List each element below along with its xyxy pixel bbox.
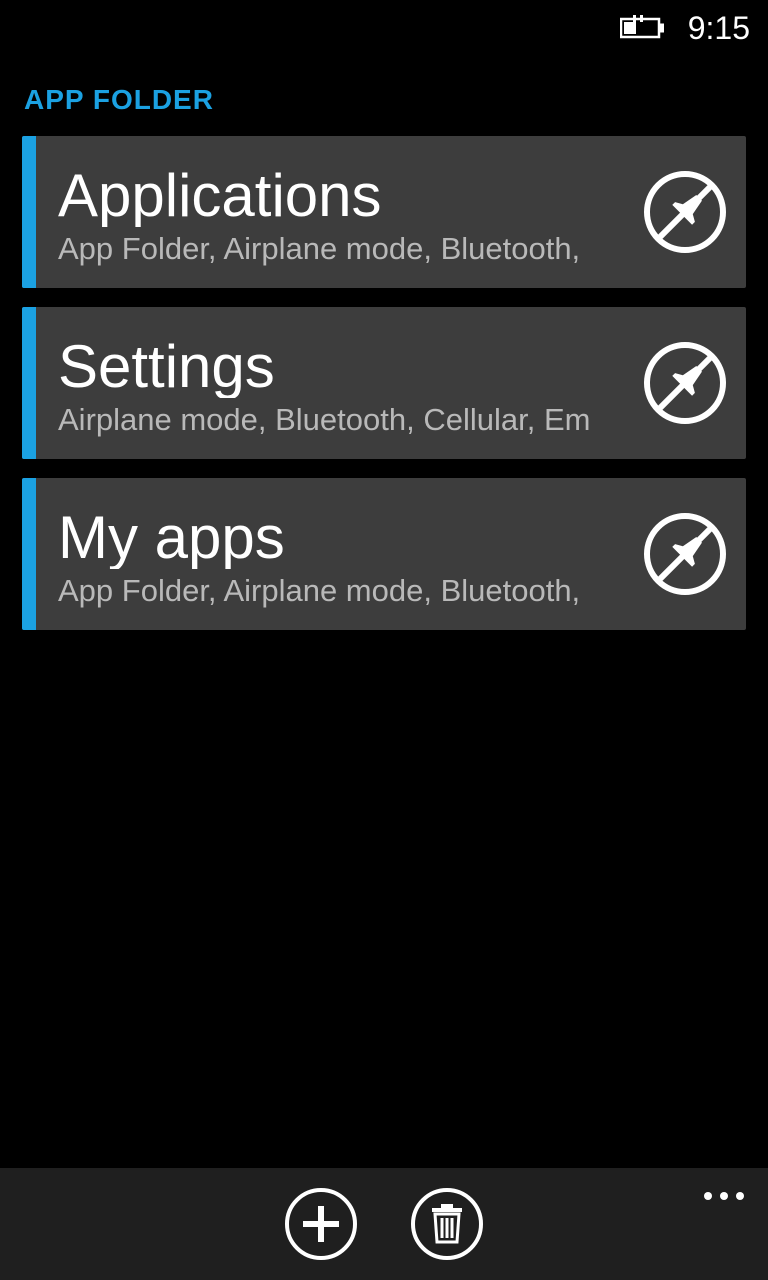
unpin-button[interactable]: [624, 478, 746, 630]
folder-item-my-apps[interactable]: My apps App Folder, Airplane mode, Bluet…: [22, 478, 746, 630]
folder-item-applications[interactable]: Applications App Folder, Airplane mode, …: [22, 136, 746, 288]
folder-item-settings[interactable]: Settings Airplane mode, Bluetooth, Cellu…: [22, 307, 746, 459]
dot-icon: [736, 1192, 744, 1200]
folder-accent-bar: [22, 136, 36, 288]
folder-subtitle: Airplane mode, Bluetooth, Cellular, Em: [58, 402, 624, 438]
folder-list: Applications App Folder, Airplane mode, …: [0, 136, 768, 630]
folder-accent-bar: [22, 478, 36, 630]
trash-icon: [428, 1202, 466, 1246]
add-button[interactable]: [285, 1188, 357, 1260]
folder-title: My apps: [58, 506, 624, 569]
folder-subtitle: App Folder, Airplane mode, Bluetooth,: [58, 573, 624, 609]
unpin-button[interactable]: [624, 307, 746, 459]
dot-icon: [720, 1192, 728, 1200]
folder-text: Settings Airplane mode, Bluetooth, Cellu…: [36, 307, 624, 459]
folder-accent-bar: [22, 307, 36, 459]
folder-title: Applications: [58, 164, 624, 227]
dot-icon: [704, 1192, 712, 1200]
more-button[interactable]: [704, 1192, 744, 1200]
unpin-icon: [642, 511, 728, 597]
battery-charging-icon: [620, 15, 666, 41]
unpin-button[interactable]: [624, 136, 746, 288]
status-time: 9:15: [688, 10, 750, 47]
folder-title: Settings: [58, 335, 624, 398]
folder-subtitle: App Folder, Airplane mode, Bluetooth,: [58, 231, 624, 267]
unpin-icon: [642, 169, 728, 255]
delete-button[interactable]: [411, 1188, 483, 1260]
status-bar: 9:15: [0, 0, 768, 56]
plus-icon: [301, 1204, 341, 1244]
page-title: APP FOLDER: [24, 84, 744, 116]
folder-text: Applications App Folder, Airplane mode, …: [36, 136, 624, 288]
app-bar: [0, 1168, 768, 1280]
page-header: APP FOLDER: [0, 56, 768, 136]
folder-text: My apps App Folder, Airplane mode, Bluet…: [36, 478, 624, 630]
unpin-icon: [642, 340, 728, 426]
